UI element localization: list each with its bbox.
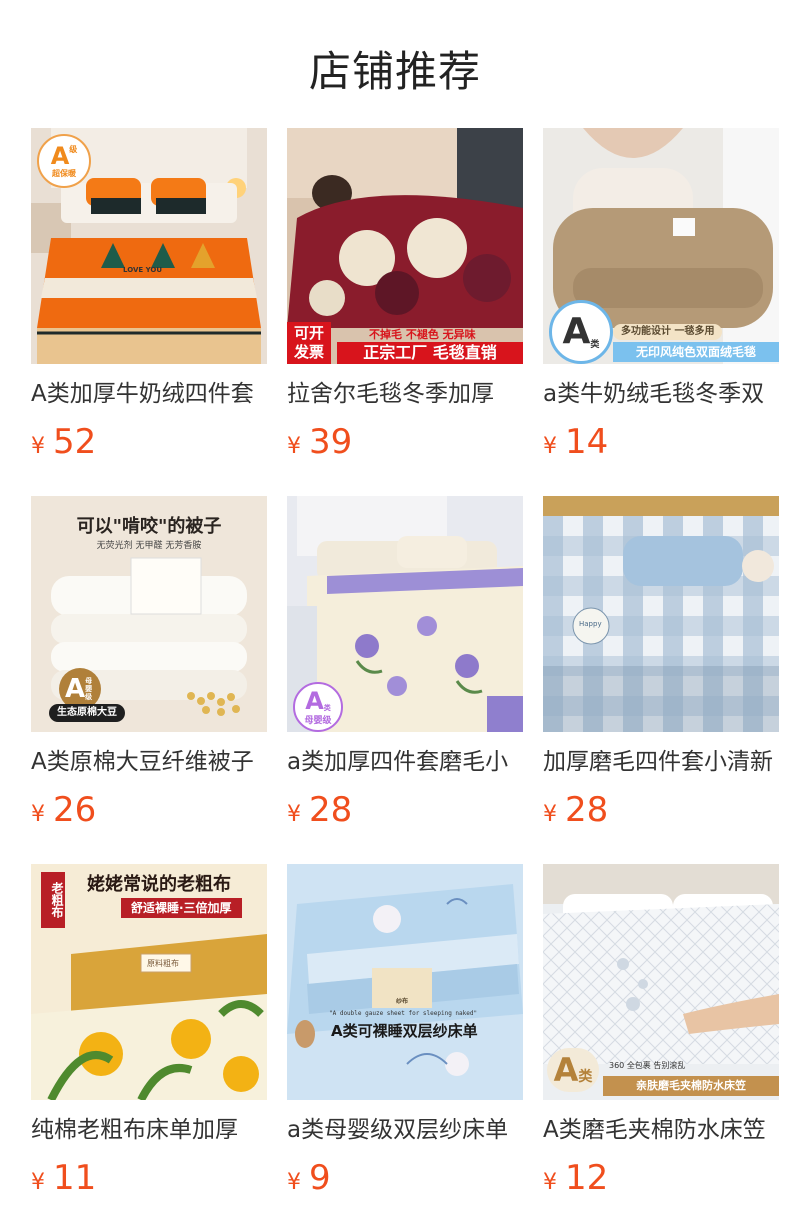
product-name[interactable]: a类母婴级双层纱床单 [287, 1116, 523, 1144]
product-name[interactable]: A类加厚牛奶绒四件套 [31, 380, 267, 408]
product-name[interactable]: A类磨毛夹棉防水床笠 [543, 1116, 779, 1144]
invoice-tag-line: 发票 [293, 343, 324, 361]
ribbon-text: 舒适裸睡·三倍加厚 [121, 898, 242, 918]
product-name[interactable]: A类原棉大豆纤维被子 [31, 748, 267, 776]
product-card[interactable]: 可开 发票 不掉毛 不褪色 无异味 正宗工厂 毛毯直销 拉舍尔毛毯冬季加厚 ¥ … [287, 128, 523, 462]
product-image[interactable]: A 类 360 全包裹 告别滚乱 亲肤磨毛夹棉防水床笠 [543, 864, 779, 1100]
a-grade-badge: A 级 超保暖 [37, 134, 91, 188]
badge-letter: A [553, 1051, 579, 1089]
badge-sub-text: 母婴级 [304, 715, 332, 726]
product-image[interactable]: 可以"啃咬"的被子 无荧光剂 无甲醛 无芳香胺 A 母婴级 生态原棉大豆 [31, 496, 267, 732]
product-price: ¥ 26 [31, 790, 267, 830]
headline-text: 姥姥常说的老粗布 [87, 874, 231, 895]
badge-small-text: 母婴级 [85, 677, 93, 701]
badge-letter: A [64, 674, 86, 704]
product-name[interactable]: 纯棉老粗布床单加厚 [31, 1116, 267, 1144]
invoice-tag: 可开 发票 [287, 322, 331, 364]
price-value: 39 [309, 422, 353, 462]
currency-symbol: ¥ [287, 1170, 301, 1195]
product-name[interactable]: 加厚磨毛四件套小清新 [543, 748, 779, 776]
product-image[interactable]: A 类 母婴级 [287, 496, 523, 732]
subline-text: 无荧光剂 无甲醛 无芳香胺 [96, 541, 202, 551]
bedding-plaid-photo [543, 496, 779, 732]
product-price: ¥ 28 [543, 790, 779, 830]
side-tag: 老粗布 [41, 872, 65, 928]
a-class-badge: A 类 [547, 1048, 599, 1092]
price-value: 28 [565, 790, 609, 830]
badge-sub-text: 超保暖 [52, 168, 76, 178]
product-name[interactable]: a类牛奶绒毛毯冬季双 [543, 380, 779, 408]
product-image[interactable]: 可开 发票 不掉毛 不褪色 无异味 正宗工厂 毛毯直销 [287, 128, 523, 364]
product-price: ¥ 9 [287, 1158, 523, 1198]
feature-line: 不掉毛 不褪色 无异味 [369, 328, 476, 341]
badge-small-text: 类 [578, 1069, 593, 1085]
product-card[interactable]: A 类 母婴级 a类加厚四件套磨毛小 ¥ 28 [287, 496, 523, 830]
product-price: ¥ 28 [287, 790, 523, 830]
feature-line: 360 全包裹 告别滚乱 [609, 1061, 686, 1070]
currency-symbol: ¥ [31, 802, 45, 827]
bed-print-text: LOVE YOU [123, 266, 163, 274]
badge-small-text: 类 [590, 340, 600, 350]
currency-symbol: ¥ [543, 434, 557, 459]
product-name[interactable]: 拉舍尔毛毯冬季加厚 [287, 380, 523, 408]
product-image[interactable]: Happy [543, 496, 779, 732]
currency-symbol: ¥ [31, 434, 45, 459]
promo-banner: 亲肤磨毛夹棉防水床笠 [603, 1076, 779, 1096]
product-price: ¥ 52 [31, 422, 267, 462]
promo-banner: 正宗工厂 毛毯直销 [337, 342, 523, 364]
product-card[interactable]: Happy 加厚磨毛四件套小清新 ¥ 28 [543, 496, 779, 830]
product-image[interactable]: A 类 多功能设计 一毯多用 无印风纯色双面绒毛毯 [543, 128, 779, 364]
embroidery-text: Happy [579, 620, 602, 628]
brand-label: 纱布 [395, 998, 408, 1005]
product-card[interactable]: A 类 360 全包裹 告别滚乱 亲肤磨毛夹棉防水床笠 A类磨毛夹棉防水床笠 ¥… [543, 864, 779, 1198]
badge-letter: A [562, 311, 591, 352]
price-value: 9 [309, 1158, 331, 1198]
currency-symbol: ¥ [287, 802, 301, 827]
feature-line: 多功能设计 一毯多用 [613, 324, 723, 340]
promo-banner: 无印风纯色双面绒毛毯 [613, 342, 779, 362]
product-price: ¥ 14 [543, 422, 779, 462]
product-name[interactable]: a类加厚四件套磨毛小 [287, 748, 523, 776]
headline-text: A类可裸睡双层纱床单 [331, 1022, 478, 1040]
badge-letter: A [50, 141, 70, 170]
price-value: 28 [309, 790, 353, 830]
badge-small-text: 类 [323, 703, 331, 712]
fabric-label: 原料粗布 [147, 959, 179, 968]
gauze-sheet-photo [287, 864, 523, 1100]
product-card[interactable]: 可以"啃咬"的被子 无荧光剂 无甲醛 无芳香胺 A 母婴级 生态原棉大豆 A类原… [31, 496, 267, 830]
currency-symbol: ¥ [287, 434, 301, 459]
material-tag: 生态原棉大豆 [49, 704, 125, 722]
a-class-badge: A 类 母婴级 [293, 682, 343, 732]
headline-text: 可以"啃咬"的被子 [76, 516, 222, 537]
product-image[interactable]: A 级 超保暖 LOVE YOU [31, 128, 267, 364]
invoice-tag-line: 可开 [293, 324, 324, 342]
price-value: 12 [565, 1158, 609, 1198]
product-price: ¥ 12 [543, 1158, 779, 1198]
price-value: 11 [53, 1158, 97, 1198]
currency-symbol: ¥ [543, 1170, 557, 1195]
product-card[interactable]: 老粗布 姥姥常说的老粗布 舒适裸睡·三倍加厚 原料粗布 纯棉老粗布床单加厚 ¥ … [31, 864, 267, 1198]
currency-symbol: ¥ [31, 1170, 45, 1195]
price-value: 26 [53, 790, 97, 830]
product-image[interactable]: 纱布 "A double gauze sheet for sleeping na… [287, 864, 523, 1100]
product-price: ¥ 11 [31, 1158, 267, 1198]
page-title: 店铺推荐 [308, 47, 481, 96]
badge-letter: A [305, 686, 324, 715]
product-card[interactable]: A 级 超保暖 LOVE YOU A类加厚牛奶绒四件套 ¥ 52 [31, 128, 267, 462]
product-card[interactable]: A 类 多功能设计 一毯多用 无印风纯色双面绒毛毯 a类牛奶绒毛毯冬季双 ¥ 1… [543, 128, 779, 462]
currency-symbol: ¥ [543, 802, 557, 827]
product-price: ¥ 39 [287, 422, 523, 462]
product-card[interactable]: 纱布 "A double gauze sheet for sleeping na… [287, 864, 523, 1198]
badge-small-text: 级 [69, 144, 78, 154]
a-class-badge: A 类 [549, 300, 613, 364]
price-value: 14 [565, 422, 609, 462]
price-value: 52 [53, 422, 97, 462]
english-subline: "A double gauze sheet for sleeping naked… [329, 1010, 478, 1017]
product-image[interactable]: 老粗布 姥姥常说的老粗布 舒适裸睡·三倍加厚 原料粗布 [31, 864, 267, 1100]
